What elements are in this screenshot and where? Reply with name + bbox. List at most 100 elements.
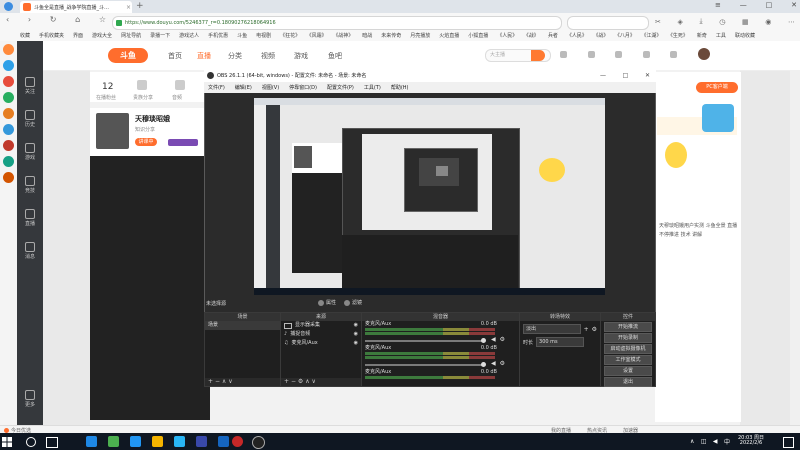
bookmark-item[interactable]: 电视剧	[256, 33, 271, 39]
menu-home[interactable]: 首页	[168, 51, 182, 61]
volume-icon[interactable]: ◀	[713, 438, 718, 445]
bookmark-item[interactable]: 《风霜》	[309, 33, 327, 39]
bookmark-item[interactable]: 联动收藏	[735, 33, 755, 39]
move-down-icon[interactable]: ∨	[312, 378, 316, 385]
notification-icon[interactable]	[783, 437, 794, 448]
browser-app-icon[interactable]	[108, 436, 119, 447]
move-down-icon[interactable]: ∨	[228, 378, 232, 385]
menu-file[interactable]: 文件(F)	[208, 84, 225, 91]
close-icon[interactable]: ×	[126, 4, 131, 11]
transition-select[interactable]: 淡出	[523, 324, 581, 334]
nav-follow[interactable]: 关注	[17, 77, 43, 95]
browser-search-input[interactable]	[567, 16, 649, 30]
eye-icon[interactable]: ◉	[354, 340, 358, 347]
volume-slider[interactable]	[365, 361, 486, 367]
filters-button[interactable]: 滤镜	[352, 299, 362, 306]
history-icon[interactable]	[560, 50, 567, 58]
mute-icon[interactable]: ◀	[491, 336, 496, 343]
start-streaming-button[interactable]: 开始推流	[604, 322, 652, 332]
eye-icon[interactable]: ◉	[354, 322, 358, 329]
obs-preview[interactable]	[254, 98, 605, 295]
more-icon[interactable]: ⋯	[788, 18, 795, 26]
bookmark-item[interactable]: 未来传奇	[381, 33, 401, 39]
minimize-icon[interactable]: —	[600, 72, 606, 79]
bookmark-item[interactable]: 网址导航	[121, 33, 141, 39]
close-icon[interactable]: ✕	[645, 72, 650, 79]
bookmark-item[interactable]: 游戏达人	[179, 33, 199, 39]
avatar[interactable]	[697, 48, 710, 60]
nav-game[interactable]: 游戏	[17, 143, 43, 161]
search-icon[interactable]	[531, 50, 545, 61]
folder-icon[interactable]	[152, 436, 163, 447]
source-item[interactable]: ♫ 麦克风/Aux ◉	[281, 339, 361, 348]
menu-tools[interactable]: 工具(T)	[364, 84, 381, 91]
sidebar-app-icon[interactable]	[3, 108, 14, 119]
sidebar-app-icon[interactable]	[3, 92, 14, 103]
menu-docks[interactable]: 停靠窗口(D)	[289, 84, 317, 91]
bookmark-item[interactable]: 工具	[716, 33, 726, 39]
bookmark-item[interactable]: 手机优惠	[208, 33, 228, 39]
app-icon[interactable]	[196, 436, 207, 447]
bookmark-item[interactable]: 月亮播放	[410, 33, 430, 39]
download-icon[interactable]	[670, 50, 678, 58]
taskbar-clock[interactable]: 20:03 周日 2022/2/6	[738, 436, 764, 446]
bookmark-star-icon[interactable]: ☆	[99, 15, 106, 24]
bookmark-item[interactable]: 《生死》	[670, 33, 688, 39]
bookmark-item[interactable]: 《人民》	[567, 33, 587, 39]
menu-live[interactable]: 直播	[197, 51, 211, 61]
menu-profile[interactable]: 配置文件(P)	[327, 84, 354, 91]
nav-history[interactable]: 历史	[17, 110, 43, 128]
add-icon[interactable]: +	[284, 378, 289, 385]
back-icon[interactable]: ‹	[6, 15, 9, 24]
menu-games[interactable]: 游戏	[294, 51, 308, 61]
home-icon[interactable]: ⌂	[75, 15, 80, 24]
bookmark-item[interactable]: 火焰直播	[439, 33, 459, 39]
close-window-icon[interactable]: ✕	[791, 1, 797, 9]
settings-button[interactable]: 设置	[604, 366, 652, 376]
bookmark-item[interactable]: 录播一下	[150, 33, 170, 39]
bookmark-item[interactable]: 《战》	[596, 33, 609, 39]
sidebar-app-icon[interactable]	[3, 172, 14, 183]
obs-app-icon[interactable]	[252, 436, 265, 449]
video-icon[interactable]	[615, 50, 623, 58]
scrollbar[interactable]	[790, 70, 800, 433]
move-up-icon[interactable]: ∧	[305, 378, 309, 385]
search-icon[interactable]	[26, 437, 36, 447]
add-icon[interactable]: +	[584, 326, 589, 333]
virtual-camera-button[interactable]: 启动虚拟摄像机	[604, 344, 652, 354]
streamer-avatar[interactable]	[96, 113, 129, 149]
app-icon[interactable]	[218, 436, 229, 447]
bookmark-item[interactable]: 兵者	[548, 33, 558, 39]
properties-button[interactable]: 属性	[326, 299, 336, 306]
bookmark-item[interactable]: 游戏大全	[92, 33, 112, 39]
browser-app-icon[interactable]	[86, 436, 97, 447]
ime-icon[interactable]: 中	[724, 437, 730, 446]
source-item[interactable]: 显示器采集 ◉	[281, 321, 361, 330]
remove-icon[interactable]: −	[291, 378, 296, 385]
menu-video[interactable]: 视频	[261, 51, 275, 61]
new-tab-icon[interactable]: +	[136, 1, 144, 11]
bookmark-item[interactable]: 《狂花》	[280, 33, 300, 39]
mute-icon[interactable]: ◀	[491, 360, 496, 367]
download-icon[interactable]: ⤓	[700, 17, 703, 26]
studio-mode-button[interactable]: 工作室模式	[604, 355, 652, 365]
move-up-icon[interactable]: ∧	[222, 378, 226, 385]
app-icon[interactable]	[130, 436, 141, 447]
gear-icon[interactable]: ⚙	[500, 360, 505, 367]
bookmark-item[interactable]: 暗战	[362, 33, 372, 39]
menu-help[interactable]: 帮助(H)	[391, 84, 409, 91]
message-icon[interactable]	[642, 50, 650, 58]
share-icon[interactable]	[137, 80, 147, 90]
bookmark-item[interactable]: 收藏	[20, 33, 30, 39]
sidebar-app-icon[interactable]	[3, 60, 14, 71]
bookmark-item[interactable]: 新奇	[697, 33, 707, 39]
exit-button[interactable]: 退出	[604, 377, 652, 387]
duration-input[interactable]: 300 ms	[536, 337, 585, 347]
sidebar-app-icon[interactable]	[3, 124, 14, 135]
menu-edit[interactable]: 编辑(E)	[235, 84, 252, 91]
history-icon[interactable]: ◷	[719, 18, 725, 26]
eye-icon[interactable]: ◉	[354, 331, 358, 338]
menu-category[interactable]: 分类	[228, 51, 242, 61]
browser-tab[interactable]: 斗鱼全是直播_战争学院直播_斗… ×	[20, 1, 132, 13]
refresh-icon[interactable]: ↻	[50, 15, 57, 24]
